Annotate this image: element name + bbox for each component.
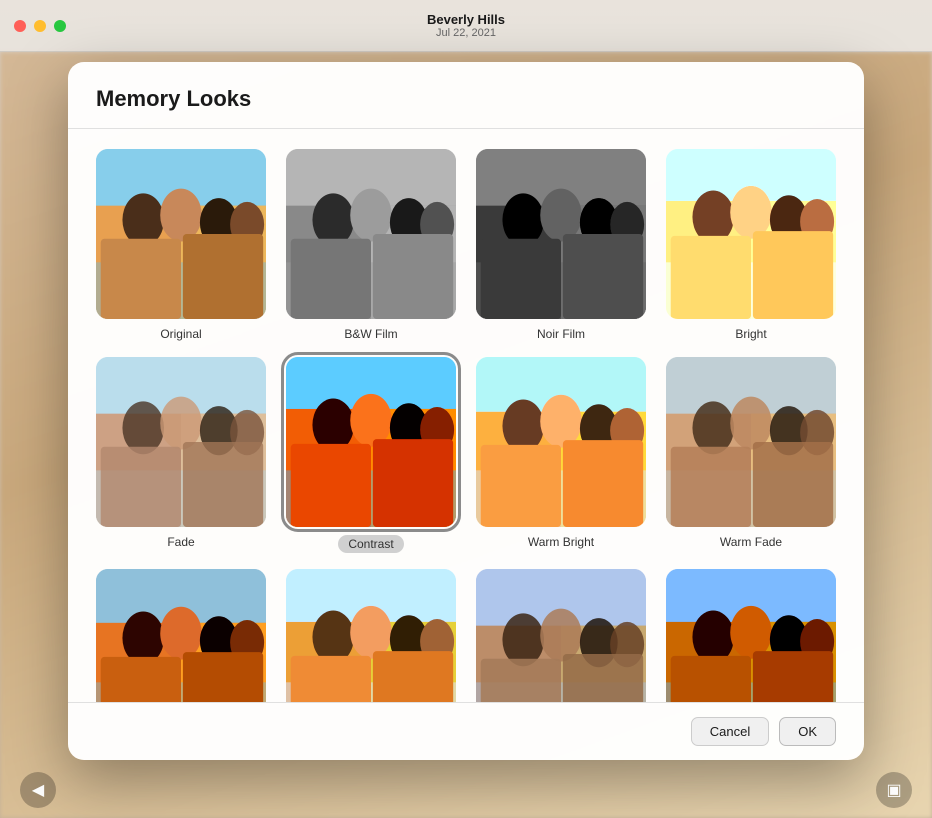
grid-button[interactable]: ▣ — [876, 772, 912, 808]
look-thumb-cool-contrast — [666, 569, 836, 702]
look-label-bw-film: B&W Film — [344, 327, 397, 341]
minimize-button[interactable] — [34, 20, 46, 32]
look-thumb-cool-bright — [286, 569, 456, 702]
modal-title: Memory Looks — [96, 86, 836, 112]
modal-body: Original — [68, 129, 864, 702]
cancel-button[interactable]: Cancel — [691, 717, 769, 746]
modal-header: Memory Looks — [68, 62, 864, 129]
look-thumb-contrast — [286, 357, 456, 527]
look-item-original[interactable]: Original — [96, 149, 266, 341]
look-item-warm-bright[interactable]: Warm Bright — [476, 357, 646, 553]
look-item-warm-contrast[interactable]: Warm Contrast — [96, 569, 266, 702]
window-title: Beverly Hills — [427, 12, 505, 27]
looks-grid: Original — [96, 149, 836, 702]
titlebar: Beverly Hills Jul 22, 2021 — [0, 0, 932, 52]
look-item-fade[interactable]: Fade — [96, 357, 266, 553]
look-item-cool-contrast[interactable]: Cool Contrast — [666, 569, 836, 702]
look-item-contrast[interactable]: Contrast — [286, 357, 456, 553]
look-label-original: Original — [160, 327, 201, 341]
bottom-bar: ◀ ▣ — [0, 762, 932, 818]
window-subtitle: Jul 22, 2021 — [427, 27, 505, 39]
look-item-noir-film[interactable]: Noir Film — [476, 149, 646, 341]
look-thumb-warm-fade — [666, 357, 836, 527]
look-label-warm-fade: Warm Fade — [720, 535, 782, 549]
look-label-noir-film: Noir Film — [537, 327, 585, 341]
look-thumb-bw-film — [286, 149, 456, 319]
look-thumb-bright — [666, 149, 836, 319]
look-item-warm-fade[interactable]: Warm Fade — [666, 357, 836, 553]
look-thumb-warm-contrast — [96, 569, 266, 702]
look-label-contrast: Contrast — [338, 535, 403, 553]
look-label-bright: Bright — [735, 327, 766, 341]
ok-button[interactable]: OK — [779, 717, 836, 746]
look-thumb-cool-fade — [476, 569, 646, 702]
window-controls — [14, 20, 66, 32]
look-thumb-warm-bright — [476, 357, 646, 527]
look-label-warm-bright: Warm Bright — [528, 535, 594, 549]
look-item-bw-film[interactable]: B&W Film — [286, 149, 456, 341]
look-item-cool-fade[interactable]: Cool Fade — [476, 569, 646, 702]
look-thumb-fade — [96, 357, 266, 527]
look-item-bright[interactable]: Bright — [666, 149, 836, 341]
memory-looks-modal: Memory Looks — [68, 62, 864, 760]
look-thumb-noir-film — [476, 149, 646, 319]
look-thumb-original — [96, 149, 266, 319]
fullscreen-button[interactable] — [54, 20, 66, 32]
title-center: Beverly Hills Jul 22, 2021 — [427, 12, 505, 39]
look-label-fade: Fade — [167, 535, 194, 549]
modal-footer: Cancel OK — [68, 702, 864, 760]
close-button[interactable] — [14, 20, 26, 32]
back-button[interactable]: ◀ — [20, 772, 56, 808]
look-item-cool-bright[interactable]: Cool Bright — [286, 569, 456, 702]
